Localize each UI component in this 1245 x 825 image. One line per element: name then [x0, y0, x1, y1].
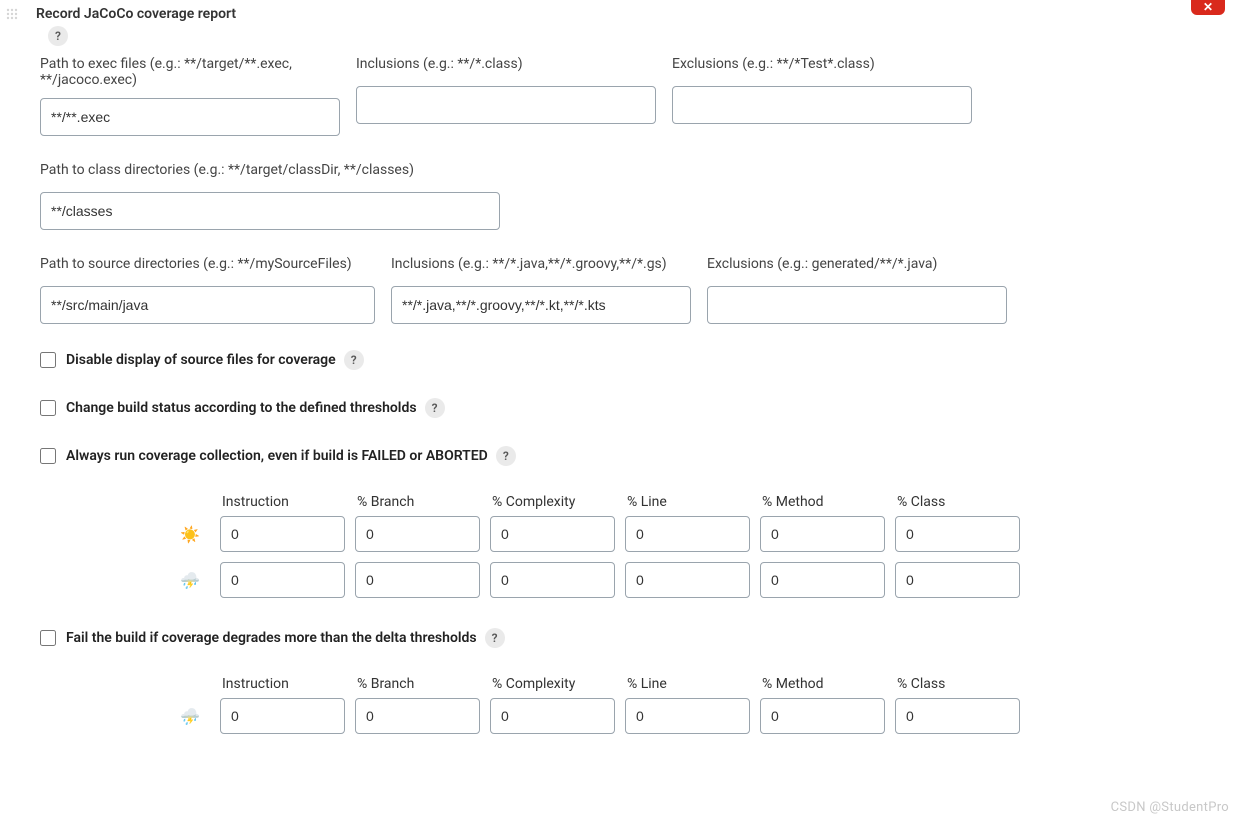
- delta-line-input[interactable]: [625, 698, 750, 734]
- fail-on-degrade-help-icon[interactable]: ?: [485, 628, 505, 648]
- th-branch-header: % Branch: [355, 494, 480, 510]
- form-content: Path to exec files (e.g.: **/target/**.e…: [0, 56, 1245, 734]
- section-header: Record JaCoCo coverage report ✕: [0, 0, 1245, 24]
- sunny-threshold-row: ☀️: [170, 516, 1205, 552]
- section-help-icon[interactable]: ?: [48, 26, 68, 46]
- disable-source-help-icon[interactable]: ?: [344, 350, 364, 370]
- th-method-header: % Method: [760, 494, 885, 510]
- thresholds-header-row: Instruction % Branch % Complexity % Line…: [220, 494, 1205, 510]
- change-build-status-checkbox[interactable]: [40, 400, 56, 416]
- delta-class-input[interactable]: [895, 698, 1020, 734]
- stormy-line-input[interactable]: [625, 562, 750, 598]
- row-source-dirs: Path to source directories (e.g.: **/myS…: [40, 256, 1205, 324]
- disable-source-display-label[interactable]: Disable display of source files for cove…: [66, 352, 336, 368]
- delta-instruction-header: Instruction: [220, 676, 345, 692]
- delta-method-input[interactable]: [760, 698, 885, 734]
- row-class-dirs: Path to class directories (e.g.: **/targ…: [40, 162, 1205, 230]
- delta-method-header: % Method: [760, 676, 885, 692]
- class-inclusions-label: Inclusions (e.g.: **/*.class): [356, 56, 656, 76]
- sunny-complexity-input[interactable]: [490, 516, 615, 552]
- stormy-branch-input[interactable]: [355, 562, 480, 598]
- stormy-instruction-input[interactable]: [220, 562, 345, 598]
- class-exclusions-input[interactable]: [672, 86, 972, 124]
- sunny-method-input[interactable]: [760, 516, 885, 552]
- delta-branch-header: % Branch: [355, 676, 480, 692]
- src-dir-input[interactable]: [40, 286, 375, 324]
- src-exclusions-label: Exclusions (e.g.: generated/**/*.java): [707, 256, 1007, 276]
- src-inclusions-input[interactable]: [391, 286, 691, 324]
- always-run-label[interactable]: Always run coverage collection, even if …: [66, 448, 488, 464]
- change-build-status-row: Change build status according to the def…: [40, 398, 1205, 418]
- drag-handle-icon[interactable]: [6, 8, 18, 20]
- src-exclusions-input[interactable]: [707, 286, 1007, 324]
- th-class-header: % Class: [895, 494, 1020, 510]
- watermark-text: CSDN @StudentPro: [1111, 800, 1229, 815]
- disable-source-display-checkbox[interactable]: [40, 352, 56, 368]
- class-exclusions-label: Exclusions (e.g.: **/*Test*.class): [672, 56, 972, 76]
- class-dir-label: Path to class directories (e.g.: **/targ…: [40, 162, 500, 182]
- delta-stormy-icon: ⛈️: [170, 707, 210, 726]
- status-thresholds-table: Instruction % Branch % Complexity % Line…: [170, 494, 1205, 598]
- th-instruction-header: Instruction: [220, 494, 345, 510]
- sunny-line-input[interactable]: [625, 516, 750, 552]
- delta-thresholds-table: Instruction % Branch % Complexity % Line…: [170, 676, 1205, 734]
- src-dir-label: Path to source directories (e.g.: **/myS…: [40, 256, 375, 276]
- th-line-header: % Line: [625, 494, 750, 510]
- fail-on-degrade-checkbox[interactable]: [40, 630, 56, 646]
- jacoco-config-section: Record JaCoCo coverage report ✕ ? Path t…: [0, 0, 1245, 794]
- disable-source-display-row: Disable display of source files for cove…: [40, 350, 1205, 370]
- always-run-help-icon[interactable]: ?: [496, 446, 516, 466]
- delta-stormy-row: ⛈️: [170, 698, 1205, 734]
- delta-branch-input[interactable]: [355, 698, 480, 734]
- delta-complexity-input[interactable]: [490, 698, 615, 734]
- delta-instruction-input[interactable]: [220, 698, 345, 734]
- delete-step-button[interactable]: ✕: [1191, 0, 1225, 15]
- src-inclusions-label: Inclusions (e.g.: **/*.java,**/*.groovy,…: [391, 256, 691, 276]
- change-build-status-label[interactable]: Change build status according to the def…: [66, 400, 417, 416]
- sunny-class-input[interactable]: [895, 516, 1020, 552]
- stormy-method-input[interactable]: [760, 562, 885, 598]
- stormy-class-input[interactable]: [895, 562, 1020, 598]
- stormy-icon: ⛈️: [170, 571, 210, 590]
- change-build-status-help-icon[interactable]: ?: [425, 398, 445, 418]
- delta-complexity-header: % Complexity: [490, 676, 615, 692]
- stormy-complexity-input[interactable]: [490, 562, 615, 598]
- sunny-branch-input[interactable]: [355, 516, 480, 552]
- stormy-threshold-row: ⛈️: [170, 562, 1205, 598]
- sunny-instruction-input[interactable]: [220, 516, 345, 552]
- exec-path-label: Path to exec files (e.g.: **/target/**.e…: [40, 56, 340, 88]
- delta-header-row: Instruction % Branch % Complexity % Line…: [220, 676, 1205, 692]
- delta-line-header: % Line: [625, 676, 750, 692]
- always-run-checkbox[interactable]: [40, 448, 56, 464]
- sunny-icon: ☀️: [170, 525, 210, 544]
- th-complexity-header: % Complexity: [490, 494, 615, 510]
- delta-class-header: % Class: [895, 676, 1020, 692]
- class-inclusions-input[interactable]: [356, 86, 656, 124]
- row-exec-files: Path to exec files (e.g.: **/target/**.e…: [40, 56, 1205, 136]
- fail-on-degrade-row: Fail the build if coverage degrades more…: [40, 628, 1205, 648]
- always-run-row: Always run coverage collection, even if …: [40, 446, 1205, 466]
- fail-on-degrade-label[interactable]: Fail the build if coverage degrades more…: [66, 630, 477, 646]
- exec-path-input[interactable]: [40, 98, 340, 136]
- class-dir-input[interactable]: [40, 192, 500, 230]
- section-title: Record JaCoCo coverage report: [36, 6, 236, 22]
